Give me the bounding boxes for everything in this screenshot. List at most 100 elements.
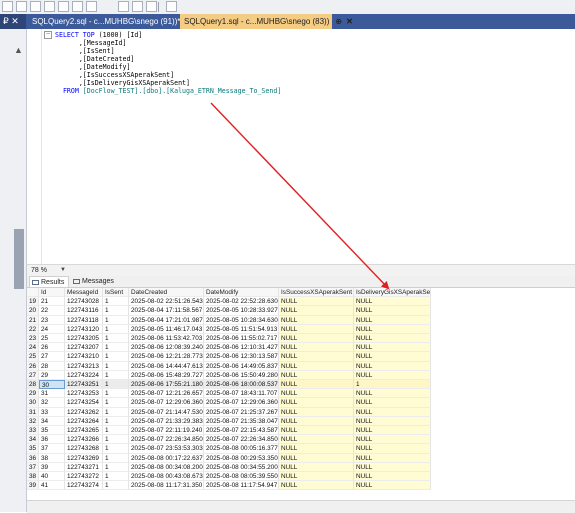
- cell-date-modify[interactable]: 2025-08-07 22:26:34.850: [204, 435, 279, 445]
- cell-is-sent[interactable]: 1: [103, 370, 129, 380]
- cell-message-id[interactable]: 122743264: [65, 416, 103, 426]
- cell-date-created[interactable]: 2025-08-06 14:44:47.613: [129, 361, 204, 371]
- table-row[interactable]: 23 25 122743205 1 2025-08-06 11:53:42.703 202…: [27, 334, 575, 344]
- cell-id[interactable]: 36: [39, 435, 65, 445]
- cell-is-success-xs-aperak-sent[interactable]: NULL: [279, 297, 354, 307]
- cell-row-number[interactable]: 29: [27, 389, 39, 399]
- cell-row-number[interactable]: 36: [27, 453, 39, 463]
- cell-is-delivery-gis-xs-aperak-sent[interactable]: NULL: [354, 453, 431, 463]
- results-grid[interactable]: Id MessageId IsSent DateCreated DateModify Is…: [27, 288, 575, 500]
- cell-message-id[interactable]: 122743272: [65, 472, 103, 482]
- cell-is-sent[interactable]: 1: [103, 380, 129, 390]
- cell-date-modify[interactable]: 2025-08-06 12:10:31.427: [204, 343, 279, 353]
- cell-message-id[interactable]: 122743262: [65, 407, 103, 417]
- column-header-date-modify[interactable]: DateModify: [204, 288, 279, 298]
- cell-is-success-xs-aperak-sent[interactable]: NULL: [279, 343, 354, 353]
- column-header-date-created[interactable]: DateCreated: [129, 288, 204, 298]
- cell-is-success-xs-aperak-sent[interactable]: NULL: [279, 444, 354, 454]
- table-row[interactable]: 25 27 122743210 1 2025-08-06 12:21:28.773 202…: [27, 352, 575, 362]
- cell-id[interactable]: 29: [39, 370, 65, 380]
- cell-is-delivery-gis-xs-aperak-sent[interactable]: NULL: [354, 481, 431, 491]
- toolbar-button[interactable]: [72, 1, 83, 12]
- table-row[interactable]: 35 37 122743268 1 2025-08-07 23:53:53.303 202…: [27, 444, 575, 454]
- cell-row-number[interactable]: 39: [27, 481, 39, 491]
- cell-is-delivery-gis-xs-aperak-sent[interactable]: NULL: [354, 444, 431, 454]
- cell-is-success-xs-aperak-sent[interactable]: NULL: [279, 324, 354, 334]
- cell-is-delivery-gis-xs-aperak-sent[interactable]: NULL: [354, 361, 431, 371]
- cell-is-sent[interactable]: 1: [103, 407, 129, 417]
- cell-date-modify[interactable]: 2025-08-07 12:29:06.360: [204, 398, 279, 408]
- table-row[interactable]: 33 35 122743265 1 2025-08-07 22:11:19.240 202…: [27, 426, 575, 436]
- table-row[interactable]: 28 30 122743251 1 2025-08-06 17:55:21.180 202…: [27, 380, 575, 390]
- pin-icon[interactable]: ⊕: [335, 17, 342, 26]
- table-row[interactable]: 36 38 122743269 1 2025-08-08 00:17:22.637 202…: [27, 453, 575, 463]
- cell-message-id[interactable]: 122743205: [65, 334, 103, 344]
- toolbar-button[interactable]: [2, 1, 13, 12]
- cell-id[interactable]: 21: [39, 297, 65, 307]
- cell-is-sent[interactable]: 1: [103, 472, 129, 482]
- toolbar-button[interactable]: [118, 1, 129, 12]
- cell-date-modify[interactable]: 2025-08-06 12:30:13.587: [204, 352, 279, 362]
- table-row[interactable]: 30 32 122743254 1 2025-08-07 12:29:06.360 202…: [27, 398, 575, 408]
- cell-date-created[interactable]: 2025-08-05 11:46:17.043: [129, 324, 204, 334]
- cell-date-created[interactable]: 2025-08-04 17:11:58.567: [129, 306, 204, 316]
- cell-date-modify[interactable]: 2025-08-07 21:35:38.047: [204, 416, 279, 426]
- cell-is-success-xs-aperak-sent[interactable]: NULL: [279, 462, 354, 472]
- cell-date-modify[interactable]: 2025-08-08 08:05:39.550: [204, 472, 279, 482]
- cell-row-number[interactable]: 28: [27, 380, 39, 390]
- cell-is-delivery-gis-xs-aperak-sent[interactable]: NULL: [354, 315, 431, 325]
- cell-is-delivery-gis-xs-aperak-sent[interactable]: NULL: [354, 416, 431, 426]
- cell-is-success-xs-aperak-sent[interactable]: NULL: [279, 352, 354, 362]
- cell-message-id[interactable]: 122743120: [65, 324, 103, 334]
- cell-is-sent[interactable]: 1: [103, 334, 129, 344]
- cell-row-number[interactable]: 30: [27, 398, 39, 408]
- cell-message-id[interactable]: 122743269: [65, 453, 103, 463]
- cell-row-number[interactable]: 27: [27, 370, 39, 380]
- cell-row-number[interactable]: 23: [27, 334, 39, 344]
- cell-is-delivery-gis-xs-aperak-sent[interactable]: NULL: [354, 352, 431, 362]
- cell-is-sent[interactable]: 1: [103, 297, 129, 307]
- table-row[interactable]: 32 34 122743264 1 2025-08-07 21:33:29.383 202…: [27, 416, 575, 426]
- cell-is-sent[interactable]: 1: [103, 315, 129, 325]
- cell-is-sent[interactable]: 1: [103, 444, 129, 454]
- cell-date-modify[interactable]: 2025-08-05 10:28:33.927: [204, 306, 279, 316]
- query-editor[interactable]: − SELECT TOP (1000) [Id] ,[MessageId] ,[…: [27, 29, 575, 264]
- cell-date-modify[interactable]: 2025-08-08 00:34:55.200: [204, 462, 279, 472]
- cell-row-number[interactable]: 21: [27, 315, 39, 325]
- cell-is-success-xs-aperak-sent[interactable]: NULL: [279, 481, 354, 491]
- collapse-icon[interactable]: −: [44, 31, 52, 39]
- table-row[interactable]: 29 31 122743253 1 2025-08-07 12:21:26.657 202…: [27, 389, 575, 399]
- toolbar-button[interactable]: [30, 1, 41, 12]
- cell-is-sent[interactable]: 1: [103, 426, 129, 436]
- cell-row-number[interactable]: 32: [27, 416, 39, 426]
- cell-date-created[interactable]: 2025-08-06 15:48:29.727: [129, 370, 204, 380]
- table-row[interactable]: 21 23 122743118 1 2025-08-04 17:21:01.987 202…: [27, 315, 575, 325]
- table-row[interactable]: 22 24 122743120 1 2025-08-05 11:46:17.043 202…: [27, 324, 575, 334]
- cell-date-created[interactable]: 2025-08-06 12:21:28.773: [129, 352, 204, 362]
- table-row[interactable]: 20 22 122743116 1 2025-08-04 17:11:58.567 202…: [27, 306, 575, 316]
- cell-id[interactable]: 30: [39, 380, 65, 390]
- chevron-down-icon[interactable]: ▼: [60, 266, 66, 275]
- cell-is-success-xs-aperak-sent[interactable]: NULL: [279, 306, 354, 316]
- cell-is-sent[interactable]: 1: [103, 481, 129, 491]
- zoom-level[interactable]: 78 %: [31, 265, 47, 276]
- cell-is-delivery-gis-xs-aperak-sent[interactable]: NULL: [354, 472, 431, 482]
- close-icon[interactable]: ✕: [346, 17, 353, 26]
- cell-row-number[interactable]: 38: [27, 472, 39, 482]
- cell-date-modify[interactable]: 2025-08-07 18:43:11.707: [204, 389, 279, 399]
- cell-id[interactable]: 25: [39, 334, 65, 344]
- pane-pin-close[interactable]: ₽ ✕: [0, 14, 26, 29]
- table-row[interactable]: 31 33 122743262 1 2025-08-07 21:14:47.530 202…: [27, 407, 575, 417]
- cell-is-success-xs-aperak-sent[interactable]: NULL: [279, 334, 354, 344]
- cell-row-number[interactable]: 34: [27, 435, 39, 445]
- cell-id[interactable]: 26: [39, 343, 65, 353]
- cell-row-number[interactable]: 26: [27, 361, 39, 371]
- cell-date-created[interactable]: 2025-08-06 12:08:39.240: [129, 343, 204, 353]
- table-row[interactable]: 34 36 122743266 1 2025-08-07 22:26:34.850 202…: [27, 435, 575, 445]
- cell-is-success-xs-aperak-sent[interactable]: NULL: [279, 416, 354, 426]
- cell-is-sent[interactable]: 1: [103, 389, 129, 399]
- cell-message-id[interactable]: 122743028: [65, 297, 103, 307]
- cell-message-id[interactable]: 122743274: [65, 481, 103, 491]
- cell-is-delivery-gis-xs-aperak-sent[interactable]: NULL: [354, 426, 431, 436]
- cell-message-id[interactable]: 122743268: [65, 444, 103, 454]
